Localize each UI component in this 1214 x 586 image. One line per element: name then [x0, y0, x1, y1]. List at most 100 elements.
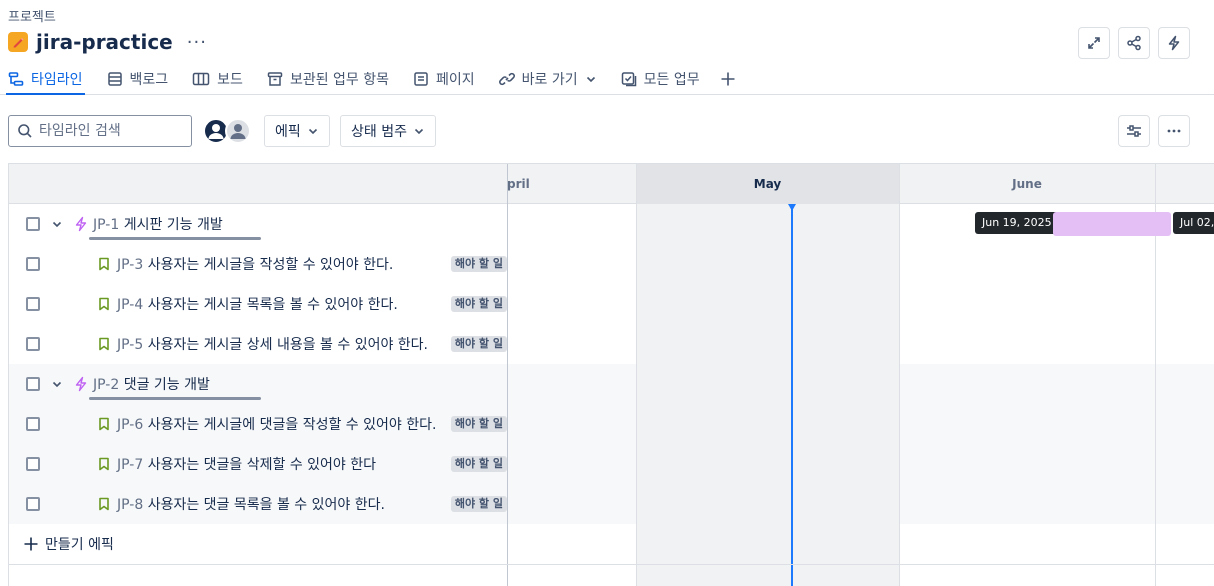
status-badge[interactable]: 해야 할 일 — [450, 296, 507, 312]
board-icon — [192, 72, 210, 86]
project-tabs: 타임라인 백로그 보드 보관된 업무 항목 페이지 바로 가기 모든 업무 — [0, 64, 1214, 95]
archive-icon — [267, 72, 283, 86]
status-badge[interactable]: 해야 할 일 — [450, 456, 507, 472]
expand-button[interactable] — [1078, 27, 1110, 59]
issue-summary: 사용자는 게시글에 댓글을 작성할 수 있어야 한다. — [147, 417, 437, 433]
issue-key: JP-6 — [117, 417, 144, 433]
today-marker — [791, 204, 793, 586]
month-divider — [899, 164, 900, 586]
issue-key: JP-1 — [93, 217, 120, 233]
list-bottom-border — [9, 564, 1214, 565]
status-badge[interactable]: 해야 할 일 — [450, 496, 507, 512]
timeline-icon — [8, 72, 24, 86]
issue-summary: 사용자는 댓글을 삭제할 수 있어야 한다 — [147, 457, 377, 473]
chevron-down-icon — [586, 76, 595, 83]
chevron-down-icon — [414, 128, 424, 135]
epic-icon — [75, 216, 87, 232]
story-row[interactable]: JP-7 사용자는 댓글을 삭제할 수 있어야 한다 해야 할 일 — [9, 444, 507, 484]
create-epic-button[interactable]: 만들기 에픽 — [9, 524, 507, 564]
status-filter-dropdown[interactable]: 상태 범주 — [340, 115, 436, 147]
right-tools — [1118, 115, 1190, 147]
story-row[interactable]: JP-5 사용자는 게시글 상세 내용을 볼 수 있어야 한다. 해야 할 일 — [9, 324, 507, 364]
create-epic-label: 만들기 에픽 — [45, 537, 114, 553]
assignee-filter — [203, 118, 251, 144]
backlog-icon — [107, 72, 122, 86]
epic-title[interactable]: JP-2 댓글 기능 개발 — [93, 374, 210, 394]
row-checkbox[interactable] — [26, 297, 40, 311]
story-icon — [99, 257, 109, 271]
story-icon — [99, 297, 109, 311]
story-title[interactable]: JP-8 사용자는 댓글 목록을 볼 수 있어야 한다. — [117, 494, 385, 514]
list-divider[interactable] — [507, 164, 508, 586]
row-checkbox[interactable] — [26, 457, 40, 471]
story-row[interactable]: JP-6 사용자는 게시글에 댓글을 작성할 수 있어야 한다. 해야 할 일 — [9, 404, 507, 444]
story-row[interactable]: JP-4 사용자는 게시글 목록을 볼 수 있어야 한다. 해야 할 일 — [9, 284, 507, 324]
tab-label: 바로 가기 — [521, 72, 578, 88]
settings-sliders-icon — [1127, 125, 1141, 137]
timeline-search[interactable] — [8, 115, 192, 147]
search-input[interactable] — [39, 123, 179, 139]
epic-timeline-bar[interactable] — [1053, 212, 1171, 236]
timeline-header: pril May June — [9, 164, 1214, 204]
row-checkbox[interactable] — [26, 377, 40, 391]
tab-timeline[interactable]: 타임라인 — [6, 64, 85, 95]
issue-key: JP-2 — [93, 377, 120, 393]
row-checkbox[interactable] — [26, 497, 40, 511]
bar-end-date: Jul 02, — [1173, 212, 1214, 234]
story-title[interactable]: JP-6 사용자는 게시글에 댓글을 작성할 수 있어야 한다. — [117, 414, 436, 434]
status-badge[interactable]: 해야 할 일 — [450, 336, 507, 352]
epic-row[interactable]: JP-1 게시판 기능 개발 — [9, 204, 507, 244]
row-checkbox[interactable] — [26, 337, 40, 351]
breadcrumb[interactable]: 프로젝트 — [8, 6, 56, 25]
row-checkbox[interactable] — [26, 257, 40, 271]
tab-label: 백로그 — [129, 72, 169, 88]
month-june: June — [1012, 177, 1042, 191]
epic-progress-bar — [89, 397, 261, 400]
story-row[interactable]: JP-3 사용자는 게시글을 작성할 수 있어야 한다. 해야 할 일 — [9, 244, 507, 284]
tab-backlog[interactable]: 백로그 — [105, 64, 171, 94]
project-more-button[interactable]: ··· — [187, 32, 207, 53]
tab-board[interactable]: 보드 — [190, 64, 245, 94]
view-settings-button[interactable] — [1118, 115, 1150, 147]
story-title[interactable]: JP-5 사용자는 게시글 상세 내용을 볼 수 있어야 한다. — [117, 334, 428, 354]
chevron-down-icon[interactable] — [51, 378, 63, 390]
expand-icon — [1088, 37, 1100, 49]
page-icon — [414, 72, 428, 86]
story-title[interactable]: JP-7 사용자는 댓글을 삭제할 수 있어야 한다 — [117, 454, 376, 474]
today-marker-head — [788, 204, 796, 211]
tab-label: 페이지 — [436, 72, 475, 88]
tab-shortcuts[interactable]: 바로 가기 — [497, 64, 599, 94]
status-badge[interactable]: 해야 할 일 — [450, 256, 507, 272]
story-row[interactable]: JP-8 사용자는 댓글 목록을 볼 수 있어야 한다. 해야 할 일 — [9, 484, 507, 524]
timeline-grid: pril May June JP-1 게시판 기능 개발 JP-3 사용자는 게… — [8, 163, 1214, 586]
story-title[interactable]: JP-4 사용자는 게시글 목록을 볼 수 있어야 한다. — [117, 294, 398, 314]
issue-key: JP-5 — [117, 337, 144, 353]
more-icon — [1167, 129, 1181, 133]
epic-title[interactable]: JP-1 게시판 기능 개발 — [93, 214, 223, 234]
story-title[interactable]: JP-3 사용자는 게시글을 작성할 수 있어야 한다. — [117, 254, 393, 274]
epic-icon — [75, 376, 87, 392]
project-icon — [8, 32, 28, 52]
epic-row[interactable]: JP-2 댓글 기능 개발 — [9, 364, 507, 404]
top-actions — [1078, 27, 1190, 59]
tab-pages[interactable]: 페이지 — [411, 64, 477, 94]
row-checkbox[interactable] — [26, 417, 40, 431]
issue-summary: 게시판 기능 개발 — [123, 217, 223, 233]
story-icon — [99, 417, 109, 431]
more-actions-button[interactable] — [1158, 115, 1190, 147]
issue-summary: 댓글 기능 개발 — [123, 377, 210, 393]
row-checkbox[interactable] — [26, 217, 40, 231]
status-badge[interactable]: 해야 할 일 — [450, 416, 507, 432]
share-button[interactable] — [1118, 27, 1150, 59]
project-header: jira-practice ··· — [8, 30, 207, 54]
chevron-down-icon[interactable] — [51, 218, 63, 230]
automation-button[interactable] — [1158, 27, 1190, 59]
add-tab-button[interactable] — [718, 64, 738, 94]
epic-filter-dropdown[interactable]: 에픽 — [264, 115, 330, 147]
plus-icon — [721, 72, 735, 86]
month-may: May — [636, 164, 899, 204]
tab-all-work[interactable]: 모든 업무 — [619, 64, 702, 94]
project-title: jira-practice — [36, 30, 173, 54]
avatar-unassigned[interactable] — [225, 118, 251, 144]
tab-archived[interactable]: 보관된 업무 항목 — [265, 64, 391, 94]
